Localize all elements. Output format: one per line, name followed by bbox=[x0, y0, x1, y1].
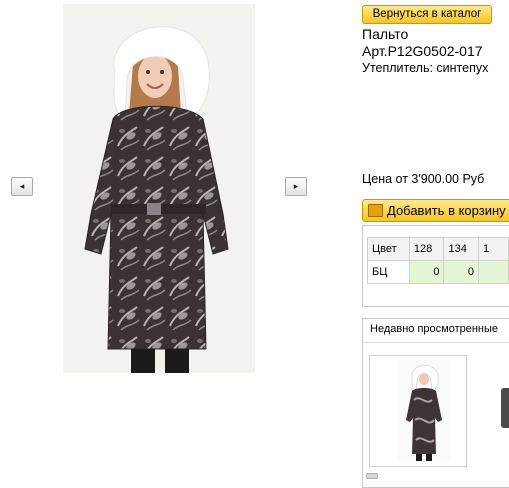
prev-image-button[interactable]: ◂ bbox=[11, 177, 33, 196]
product-price: Цена от 3'900.00 Руб bbox=[362, 172, 485, 186]
next-image-button[interactable]: ▸ bbox=[285, 177, 307, 196]
color-cell: БЦ bbox=[367, 260, 410, 284]
recently-viewed-thumbnail[interactable] bbox=[398, 360, 450, 461]
cart-icon bbox=[368, 204, 383, 217]
table-row: БЦ 0 0 bbox=[367, 260, 509, 284]
add-to-cart-button[interactable]: Добавить в корзину bbox=[362, 199, 509, 222]
coat-thumbnail-image bbox=[398, 360, 450, 461]
back-to-catalog-button[interactable]: Вернуться в каталог bbox=[362, 5, 492, 24]
quantity-input-128[interactable]: 0 bbox=[408, 260, 445, 284]
quantity-input-partial[interactable] bbox=[478, 260, 509, 284]
product-main-image[interactable] bbox=[63, 4, 255, 373]
product-article: Арт.P12G0502-017 bbox=[362, 43, 483, 59]
divider bbox=[363, 342, 509, 343]
quantity-input-134[interactable]: 0 bbox=[443, 260, 480, 284]
right-arrow-icon: ▸ bbox=[293, 181, 299, 191]
size-header-134: 134 bbox=[443, 237, 480, 261]
recent-scroll-handle[interactable] bbox=[366, 473, 378, 479]
size-table-header-row: Цвет 128 134 1 bbox=[367, 237, 509, 261]
left-arrow-icon: ◂ bbox=[19, 181, 25, 191]
size-table: Цвет 128 134 1 БЦ 0 0 bbox=[367, 237, 509, 284]
size-table-header-color: Цвет bbox=[367, 237, 410, 261]
size-header-128: 128 bbox=[408, 237, 445, 261]
coat-illustration bbox=[63, 4, 255, 373]
recently-viewed-thumbnail-partial[interactable] bbox=[501, 388, 509, 428]
recently-viewed-title: Недавно просмотренные bbox=[370, 323, 499, 335]
product-insulation: Утеплитель: синтепух bbox=[362, 61, 489, 75]
product-name: Пальто bbox=[362, 26, 409, 42]
size-header-partial: 1 bbox=[478, 237, 509, 261]
